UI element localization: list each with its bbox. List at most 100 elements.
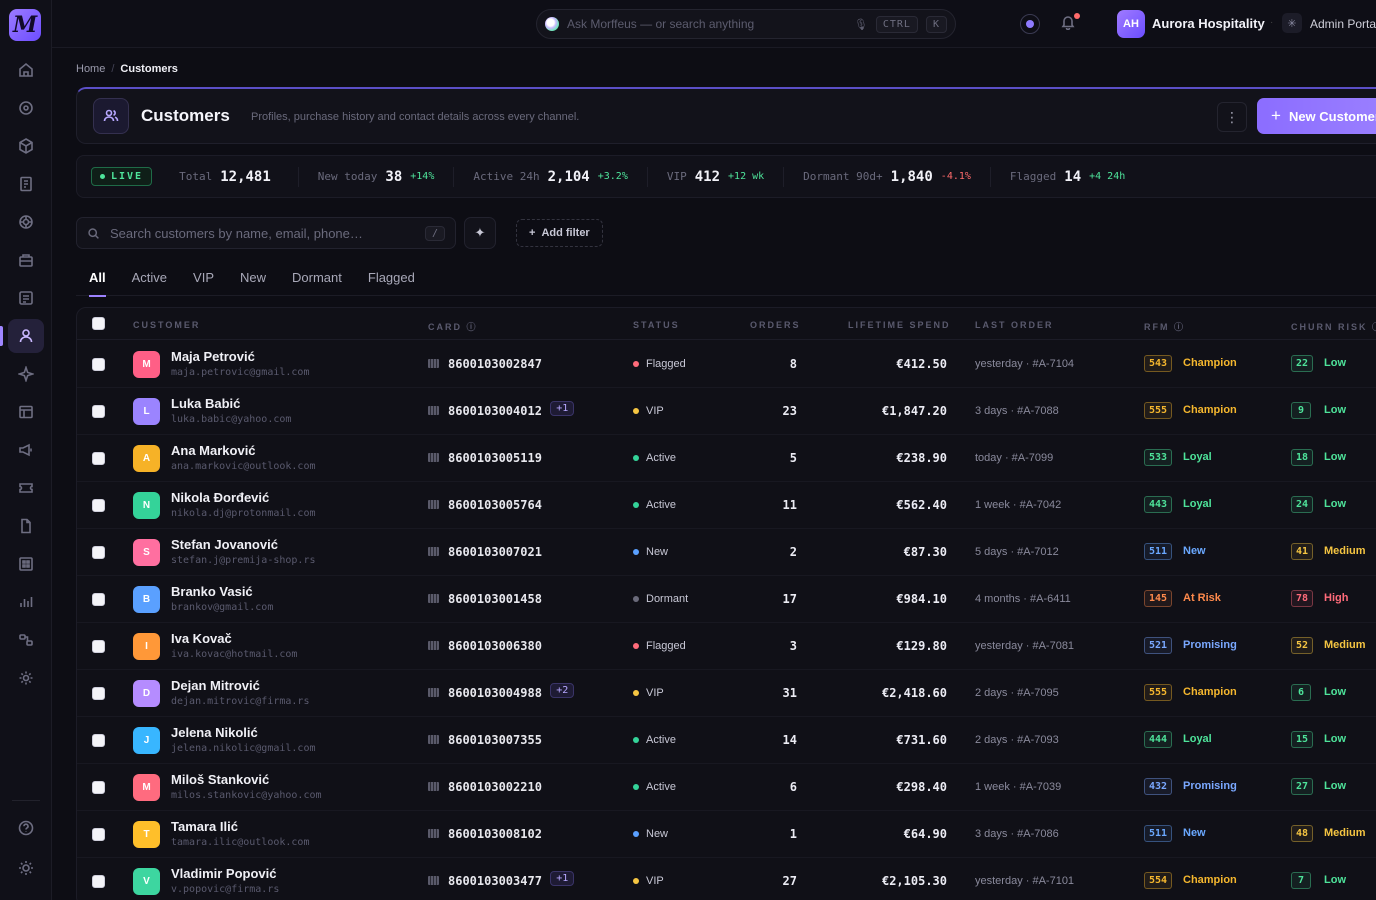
table-row[interactable]: S Stefan Jovanović stefan.j@premija-shop.r…: [77, 529, 1376, 576]
org-avatar[interactable]: AH: [1117, 10, 1145, 38]
row-checkbox[interactable]: [92, 358, 105, 371]
admin-portal-icon[interactable]: ✳: [1282, 13, 1302, 33]
ai-filter-sparkle-icon[interactable]: ✦: [464, 217, 496, 249]
col-card[interactable]: CARD ⓘ: [428, 320, 478, 333]
table-row[interactable]: J Jelena Nikolić jelena.nikolic@gmail.com 8…: [77, 717, 1376, 764]
table-row[interactable]: B Branko Vasić brankov@gmail.com 8600103001…: [77, 576, 1376, 623]
nav-orders-icon[interactable]: [8, 281, 44, 315]
nav-campaigns-icon[interactable]: [8, 433, 44, 467]
row-checkbox[interactable]: [92, 734, 105, 747]
new-customer-button[interactable]: + New Customer: [1257, 98, 1376, 134]
last-order[interactable]: 4 months · #A-6411: [975, 593, 1071, 605]
last-order[interactable]: 5 days · #A-7012: [975, 546, 1059, 558]
table-row[interactable]: V Vladimir Popović v.popovic@firma.rs 86001…: [77, 858, 1376, 900]
more-options-button[interactable]: ⋮: [1217, 102, 1247, 132]
nav-tickets-icon[interactable]: [8, 471, 44, 505]
customer-name[interactable]: Miloš Stanković: [171, 772, 269, 787]
col-lifetime-spend[interactable]: LIFETIME SPEND: [848, 320, 951, 330]
customer-name[interactable]: Maja Petrović: [171, 349, 255, 364]
assistant-status-icon[interactable]: [1020, 14, 1040, 34]
extra-cards-badge[interactable]: +1: [550, 401, 575, 416]
col-orders[interactable]: ORDERS: [750, 320, 801, 330]
theme-toggle-icon[interactable]: [8, 851, 44, 885]
row-checkbox[interactable]: [92, 405, 105, 418]
last-order[interactable]: 3 days · #A-7086: [975, 828, 1059, 840]
last-order[interactable]: 2 days · #A-7095: [975, 687, 1059, 699]
tab-active[interactable]: Active: [119, 262, 180, 296]
customer-name[interactable]: Ana Marković: [171, 443, 256, 458]
customer-name[interactable]: Tamara Ilić: [171, 819, 238, 834]
table-row[interactable]: M Maja Petrović maja.petrovic@gmail.com 860…: [77, 341, 1376, 388]
last-order[interactable]: yesterday · #A-7101: [975, 875, 1074, 887]
table-row[interactable]: M Miloš Stanković milos.stankovic@yahoo.co…: [77, 764, 1376, 811]
select-all-checkbox[interactable]: [92, 317, 105, 330]
nav-inventory-icon[interactable]: [8, 243, 44, 277]
tab-dormant[interactable]: Dormant: [279, 262, 355, 296]
extra-cards-badge[interactable]: +2: [550, 683, 575, 698]
table-row[interactable]: I Iva Kovač iva.kovac@hotmail.com 860010300…: [77, 623, 1376, 670]
last-order[interactable]: yesterday · #A-7081: [975, 640, 1074, 652]
last-order[interactable]: yesterday · #A-7104: [975, 358, 1074, 370]
nav-products-icon[interactable]: [8, 129, 44, 163]
col-rfm[interactable]: RFM ⓘ: [1144, 320, 1185, 333]
row-checkbox[interactable]: [92, 593, 105, 606]
table-row[interactable]: A Ana Marković ana.markovic@outlook.com 860…: [77, 435, 1376, 482]
nav-dashboard-icon[interactable]: [8, 91, 44, 125]
row-checkbox[interactable]: [92, 546, 105, 559]
col-last-order[interactable]: LAST ORDER: [975, 320, 1054, 330]
tab-vip[interactable]: VIP: [180, 262, 227, 296]
nav-catalog-icon[interactable]: [8, 395, 44, 429]
customer-name[interactable]: Luka Babić: [171, 396, 240, 411]
col-status[interactable]: STATUS: [633, 320, 680, 330]
admin-portal-link[interactable]: Admin Portal: [1310, 17, 1376, 31]
search-box[interactable]: /: [76, 217, 456, 249]
help-icon[interactable]: [8, 811, 44, 845]
nav-analytics-icon[interactable]: [8, 585, 44, 619]
search-input[interactable]: [110, 225, 415, 241]
last-order[interactable]: 2 days · #A-7093: [975, 734, 1059, 746]
customer-name[interactable]: Vladimir Popović: [171, 866, 276, 881]
col-customer[interactable]: CUSTOMER: [133, 320, 200, 330]
tab-flagged[interactable]: Flagged: [355, 262, 428, 296]
nav-integrations-icon[interactable]: [8, 623, 44, 657]
table-row[interactable]: D Dejan Mitrović dejan.mitrovic@firma.rs 86…: [77, 670, 1376, 717]
last-order[interactable]: 1 week · #A-7042: [975, 499, 1061, 511]
table-row[interactable]: T Tamara Ilić tamara.ilic@outlook.com 86001…: [77, 811, 1376, 858]
nav-documents-icon[interactable]: [8, 509, 44, 543]
tab-new[interactable]: New: [227, 262, 279, 296]
last-order[interactable]: 3 days · #A-7088: [975, 405, 1059, 417]
ask-assistant-bar[interactable]: Ask Morffeus — or search anything 🎙 CTRL…: [536, 9, 956, 39]
nav-loyalty-icon[interactable]: [8, 205, 44, 239]
table-row[interactable]: L Luka Babić luka.babic@yahoo.com 860010300…: [77, 388, 1376, 435]
notifications-bell-icon[interactable]: [1060, 13, 1080, 32]
tab-all[interactable]: All: [76, 262, 119, 297]
row-checkbox[interactable]: [92, 687, 105, 700]
col-churn-risk[interactable]: CHURN RISK ⓘ: [1291, 320, 1376, 333]
add-filter-button[interactable]: + Add filter: [516, 219, 603, 247]
customer-name[interactable]: Jelena Nikolić: [171, 725, 258, 740]
org-name[interactable]: Aurora Hospitality: [1152, 16, 1265, 31]
customer-name[interactable]: Iva Kovač: [171, 631, 232, 646]
customer-name[interactable]: Branko Vasić: [171, 584, 253, 599]
customer-name[interactable]: Nikola Đorđević: [171, 490, 269, 505]
customer-name[interactable]: Stefan Jovanović: [171, 537, 278, 552]
breadcrumb-home[interactable]: Home: [76, 63, 105, 75]
extra-cards-badge[interactable]: +1: [550, 871, 575, 886]
nav-home-icon[interactable]: [8, 53, 44, 87]
row-checkbox[interactable]: [92, 781, 105, 794]
nav-ai-sparkle-icon[interactable]: [8, 357, 44, 391]
row-checkbox[interactable]: [92, 828, 105, 841]
row-checkbox[interactable]: [92, 452, 105, 465]
nav-settings-icon[interactable]: [8, 661, 44, 695]
table-row[interactable]: N Nikola Đorđević nikola.dj@protonmail.com…: [77, 482, 1376, 529]
nav-receipts-icon[interactable]: [8, 167, 44, 201]
app-logo[interactable]: M: [9, 9, 41, 41]
last-order[interactable]: today · #A-7099: [975, 452, 1053, 464]
row-checkbox[interactable]: [92, 640, 105, 653]
nav-customers-icon[interactable]: [0, 319, 44, 353]
last-order[interactable]: 1 week · #A-7039: [975, 781, 1061, 793]
row-checkbox[interactable]: [92, 499, 105, 512]
row-checkbox[interactable]: [92, 875, 105, 888]
microphone-icon[interactable]: 🎙: [854, 18, 868, 31]
nav-pos-icon[interactable]: [8, 547, 44, 581]
